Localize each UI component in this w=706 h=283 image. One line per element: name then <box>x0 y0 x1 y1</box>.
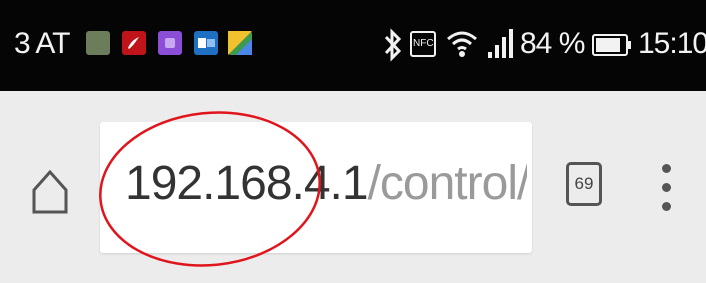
nfc-icon: NFC <box>410 31 436 57</box>
overflow-menu-button[interactable] <box>654 162 678 214</box>
tab-count: 69 <box>574 174 594 193</box>
menu-dot <box>662 164 671 173</box>
outlook-icon <box>194 31 218 55</box>
purple-app-icon <box>158 31 182 55</box>
signal-icon <box>488 28 516 64</box>
nfc-label: NFC <box>413 38 434 49</box>
menu-dot <box>662 202 671 211</box>
url-host: 192.168.4.1 <box>125 157 369 210</box>
status-bar: 3 AT NFC 84 % 15:10 <box>0 0 706 91</box>
battery-percent: 84 % <box>520 27 585 60</box>
pdf-icon <box>122 31 146 55</box>
carrier-label: 3 AT <box>14 27 70 60</box>
clock: 15:10 <box>638 27 706 60</box>
home-icon[interactable] <box>30 168 70 216</box>
bluetooth-icon <box>382 28 404 66</box>
menu-dot <box>662 183 671 192</box>
maps-icon <box>228 31 252 55</box>
photo-icon <box>86 31 110 55</box>
url-path: /control/Bedien <box>367 157 527 210</box>
wifi-icon <box>445 26 479 64</box>
tab-switcher-button[interactable]: 69 <box>566 162 602 206</box>
url-text[interactable]: 192.168.4.1/control/Bedien <box>125 156 527 212</box>
battery-icon <box>592 34 632 60</box>
